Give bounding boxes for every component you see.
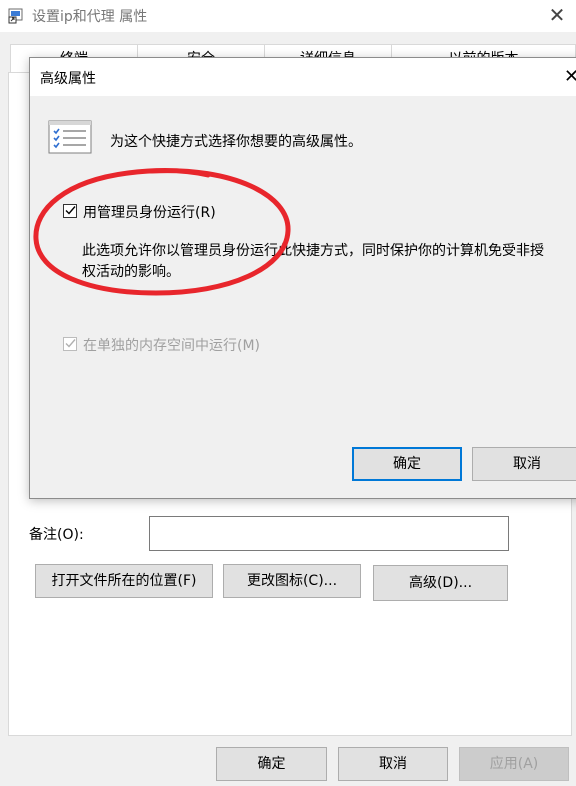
dialog-cancel-button[interactable]: 取消 <box>472 447 576 481</box>
advanced-button[interactable]: 高级(D)... <box>373 565 508 601</box>
run-as-admin-explanation: 此选项允许你以管理员身份运行此快捷方式，同时保护你的计算机免受非授权活动的影响。 <box>82 243 544 280</box>
advanced-properties-dialog: 高级属性 ✕ 为这个快捷方式选择你想要的高级属性。 用管理员身份运行(R) 此选… <box>29 57 576 499</box>
window-title: 设置ip和代理 属性 <box>32 9 148 25</box>
outer-title-bar: 设置ip和代理 属性 ✕ <box>0 0 576 32</box>
apply-button[interactable]: 应用(A) <box>459 747 569 781</box>
dialog-title: 高级属性 <box>40 71 96 87</box>
outer-cancel-button[interactable]: 取消 <box>338 747 448 781</box>
checkmark-icon <box>65 206 76 215</box>
outer-ok-button[interactable]: 确定 <box>216 747 327 781</box>
dialog-description: 为这个快捷方式选择你想要的高级属性。 <box>110 134 362 150</box>
separate-memory-checkbox[interactable] <box>63 337 77 351</box>
shortcut-properties-icon <box>8 8 23 24</box>
dialog-title-bar: 高级属性 ✕ <box>30 58 576 96</box>
dialog-ok-button[interactable]: 确定 <box>352 447 462 481</box>
open-file-location-button[interactable]: 打开文件所在的位置(F) <box>35 564 213 598</box>
checkmark-icon <box>65 339 76 348</box>
properties-list-icon <box>48 120 92 154</box>
run-as-admin-label[interactable]: 用管理员身份运行(R) <box>83 202 216 222</box>
separate-memory-label: 在单独的内存空间中运行(M) <box>83 338 261 354</box>
dialog-close-icon[interactable]: ✕ <box>564 66 576 87</box>
change-icon-button[interactable]: 更改图标(C)... <box>223 564 361 598</box>
comment-label: 备注(O): <box>29 527 84 543</box>
close-icon[interactable]: ✕ <box>544 4 570 28</box>
run-as-admin-checkbox[interactable] <box>63 204 77 218</box>
comment-input[interactable] <box>149 516 509 551</box>
